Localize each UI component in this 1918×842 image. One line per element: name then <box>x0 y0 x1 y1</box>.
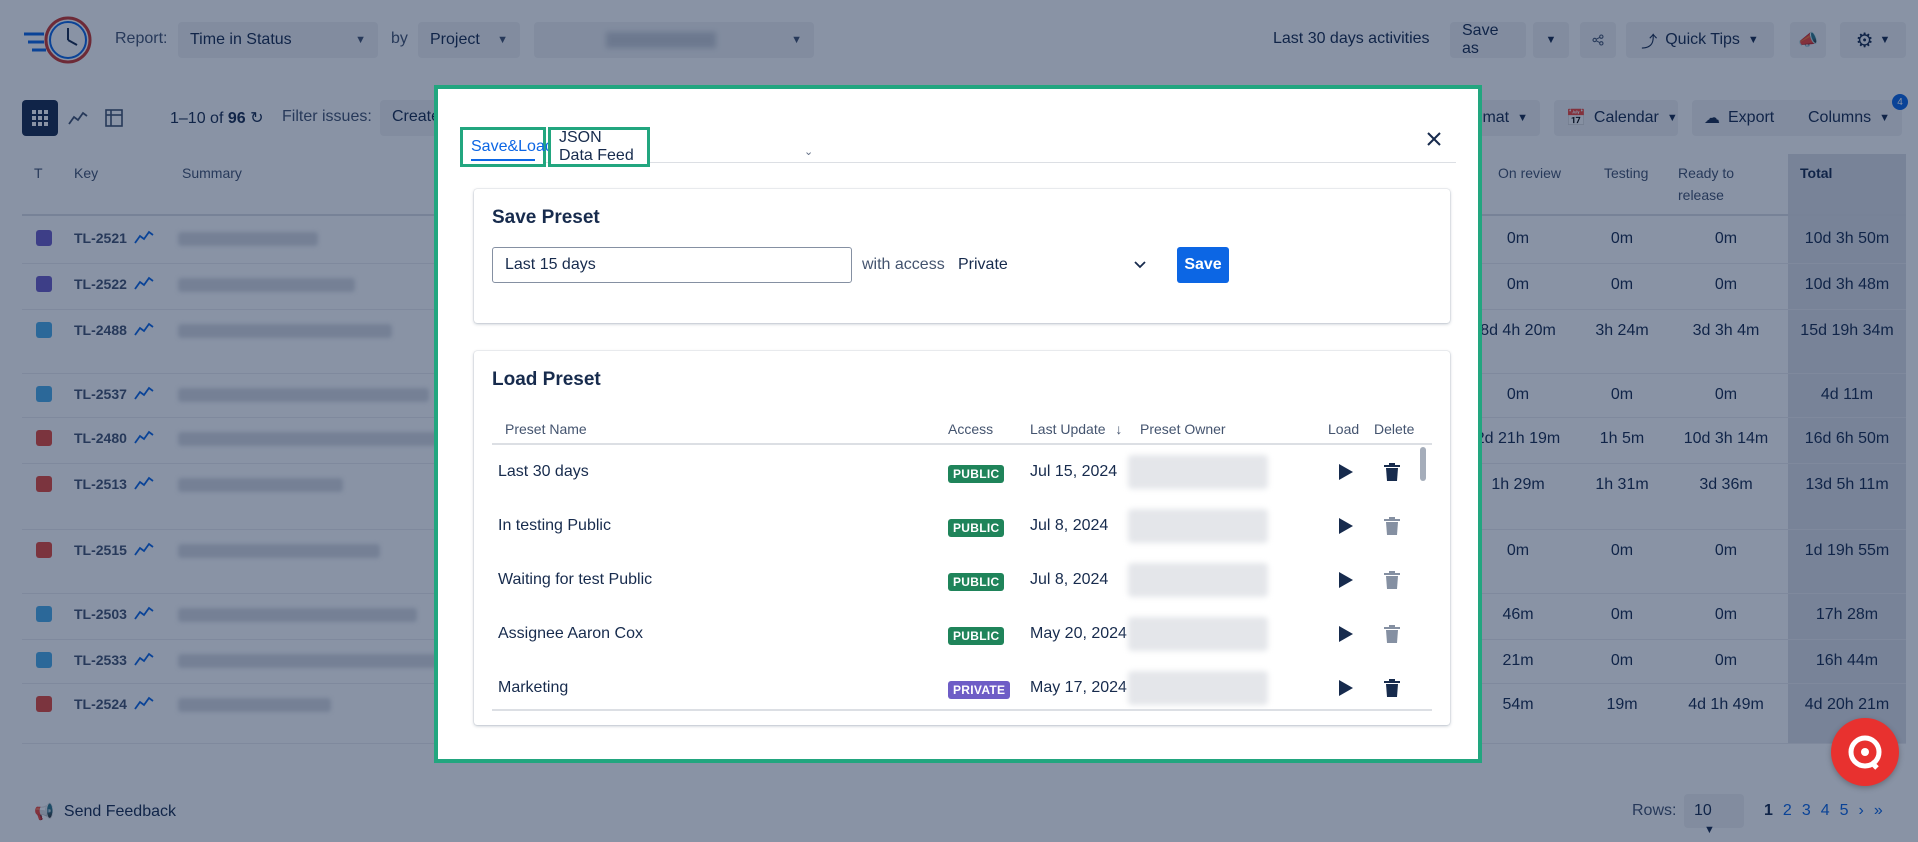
access-badge: PUBLIC <box>948 573 1005 591</box>
col-last-update-label: Last Update <box>1030 421 1106 437</box>
blurred-preset-owner <box>1128 509 1268 543</box>
close-icon <box>1427 132 1441 146</box>
preset-last-update: Jul 8, 2024 <box>1030 571 1109 588</box>
save-preset-card: Save Preset with access Private Save <box>474 189 1450 323</box>
preset-last-update: May 20, 2024 <box>1030 625 1127 642</box>
load-preset-button[interactable] <box>1334 622 1358 646</box>
blurred-preset-owner <box>1128 563 1268 597</box>
delete-preset-button[interactable] <box>1380 460 1404 484</box>
trash-icon <box>1384 463 1400 481</box>
preset-last-update: Jul 8, 2024 <box>1030 517 1109 534</box>
preset-name: Last 30 days <box>498 463 589 480</box>
access-badge: PUBLIC <box>948 627 1005 645</box>
tab-save-load[interactable]: Save&Load <box>460 127 554 167</box>
sort-arrow-down-icon: ↓ <box>1115 421 1123 437</box>
load-preset-card: Load Preset Preset Name Access Last Upda… <box>474 351 1450 725</box>
preset-row[interactable]: Last 30 days PUBLIC Jul 15, 2024 <box>492 445 1432 499</box>
preset-row[interactable]: Marketing PRIVATE May 17, 2024 <box>492 661 1432 709</box>
delete-preset-button <box>1380 622 1404 646</box>
col-preset-name[interactable]: Preset Name <box>505 421 587 437</box>
load-preset-button[interactable] <box>1334 676 1358 700</box>
load-preset-button[interactable] <box>1334 568 1358 592</box>
col-preset-owner[interactable]: Preset Owner <box>1140 421 1226 437</box>
preset-row[interactable]: Waiting for test Public PUBLIC Jul 8, 2024 <box>492 553 1432 607</box>
preset-last-update: Jul 15, 2024 <box>1030 463 1118 480</box>
preset-name: Marketing <box>498 679 569 696</box>
play-icon <box>1339 572 1353 588</box>
col-last-update[interactable]: Last Update ↓ <box>1030 421 1122 437</box>
tab-sort-icon: ⌄ <box>804 146 814 158</box>
trash-icon <box>1384 571 1400 589</box>
access-select[interactable]: Private <box>952 247 1152 283</box>
save-preset-button[interactable]: Save <box>1177 247 1229 283</box>
blurred-preset-owner <box>1128 671 1268 705</box>
preset-name: In testing Public <box>498 517 611 534</box>
blurred-preset-owner <box>1128 455 1268 489</box>
presets-modal: Save&Load JSON Data Feed ⌄ Save Preset w… <box>434 85 1482 763</box>
chevron-down-icon <box>1134 261 1146 269</box>
access-badge: PUBLIC <box>948 465 1005 483</box>
preset-name-input[interactable] <box>492 247 852 283</box>
preset-row[interactable]: In testing Public PUBLIC Jul 8, 2024 <box>492 499 1432 553</box>
preset-name: Assignee Aaron Cox <box>498 625 643 642</box>
play-icon <box>1339 518 1353 534</box>
load-preset-button[interactable] <box>1334 514 1358 538</box>
col-load: Load <box>1328 421 1360 437</box>
play-icon <box>1339 680 1353 696</box>
preset-row[interactable]: Assignee Aaron Cox PUBLIC May 20, 2024 <box>492 607 1432 661</box>
delete-preset-button <box>1380 514 1404 538</box>
trash-icon <box>1384 517 1400 535</box>
col-access[interactable]: Access <box>948 421 993 437</box>
play-icon <box>1339 626 1353 642</box>
delete-preset-button[interactable] <box>1380 676 1404 700</box>
with-access-label: with access <box>862 256 945 273</box>
access-badge: PUBLIC <box>948 519 1005 537</box>
presets-table-body[interactable]: Last 30 days PUBLIC Jul 15, 2024 In testing… <box>492 445 1432 711</box>
help-ring-icon <box>1848 735 1882 770</box>
access-select-value: Private <box>958 256 1008 273</box>
load-preset-button[interactable] <box>1334 460 1358 484</box>
presets-table-header: Preset Name Access Last Update ↓ Preset … <box>492 415 1432 445</box>
preset-last-update: May 17, 2024 <box>1030 679 1127 696</box>
help-chat-button[interactable] <box>1831 718 1899 786</box>
trash-icon <box>1384 679 1400 697</box>
preset-name: Waiting for test Public <box>498 571 653 588</box>
modal-tabs: Save&Load JSON Data Feed ⌄ <box>460 127 1456 167</box>
access-badge: PRIVATE <box>948 681 1011 699</box>
col-delete: Delete <box>1374 421 1415 437</box>
close-button[interactable] <box>1420 125 1448 153</box>
save-preset-title: Save Preset <box>492 207 600 228</box>
play-icon <box>1339 464 1353 480</box>
tab-json-data-feed[interactable]: JSON Data Feed <box>548 127 650 167</box>
load-preset-title: Load Preset <box>492 369 601 390</box>
delete-preset-button <box>1380 568 1404 592</box>
blurred-preset-owner <box>1128 617 1268 651</box>
trash-icon <box>1384 625 1400 643</box>
